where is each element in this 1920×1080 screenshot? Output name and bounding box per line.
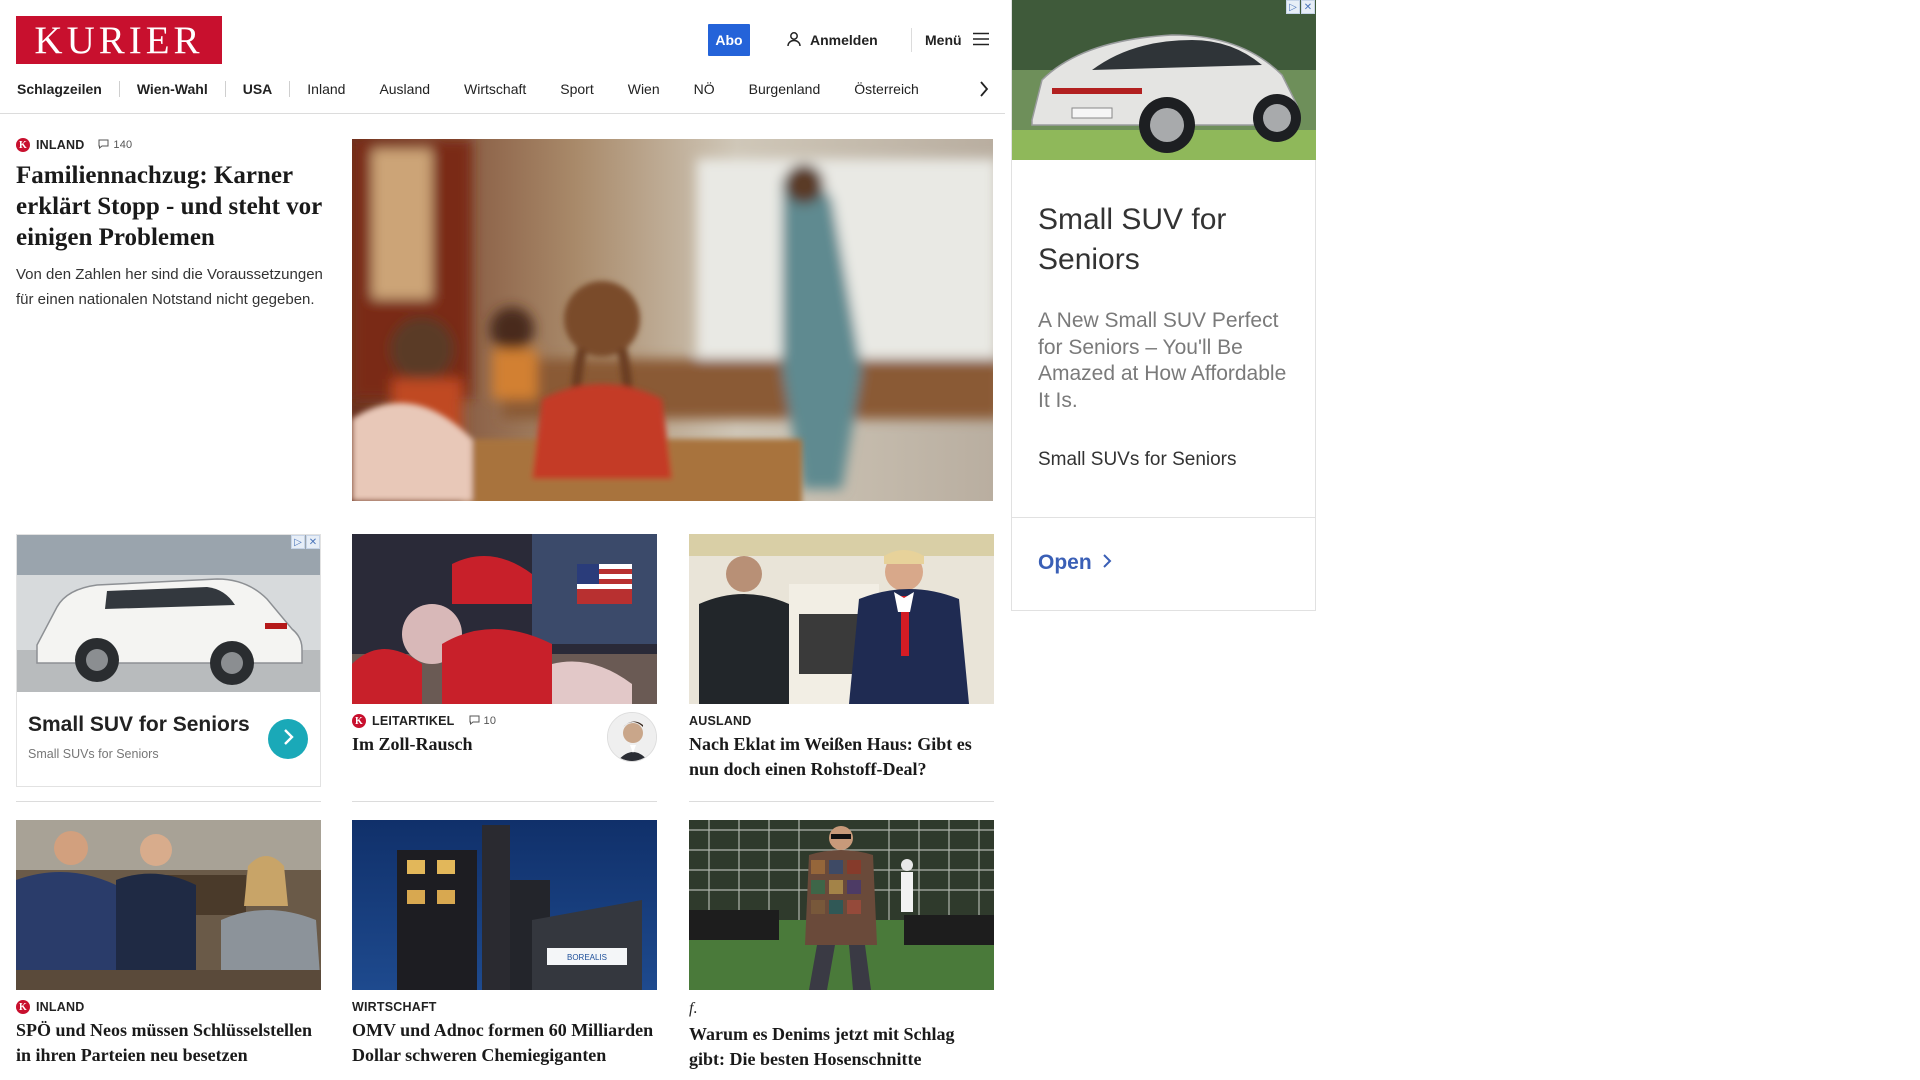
borealis-sign-text: BOREALIS bbox=[567, 953, 607, 962]
kurier-logo[interactable]: KURIER bbox=[16, 16, 222, 64]
article-image-runway bbox=[689, 820, 994, 990]
ad-open-button[interactable]: Open bbox=[1038, 551, 1112, 575]
ad-arrow-button[interactable] bbox=[268, 719, 308, 759]
login-button[interactable]: Anmelden bbox=[786, 28, 878, 52]
lead-article[interactable]: K INLAND 140 Familiennachzug: Karner erk… bbox=[16, 138, 326, 312]
comment-count-value: 140 bbox=[113, 139, 133, 151]
nav-item-wirtschaft[interactable]: Wirtschaft bbox=[447, 81, 543, 97]
kicker-label: INLAND bbox=[36, 138, 85, 152]
site-header: KURIER Abo Anmelden Menü Schlagzeilen Wi… bbox=[0, 0, 1005, 114]
kicker-label: LEITARTIKEL bbox=[372, 714, 455, 728]
kurier-plus-icon: K bbox=[16, 1000, 30, 1014]
ad-description: A New Small SUV Perfect for Seniors – Yo… bbox=[1038, 309, 1287, 412]
category-nav: Schlagzeilen Wien-Wahl USA Inland Auslan… bbox=[16, 78, 996, 100]
article-image-maga-caps bbox=[352, 534, 657, 704]
row-divider bbox=[16, 801, 321, 802]
comment-count[interactable]: 10 bbox=[469, 715, 497, 728]
header-divider bbox=[911, 28, 912, 52]
ad-porsche-image bbox=[1012, 0, 1316, 160]
adchoices-icon[interactable]: ▷ bbox=[1286, 0, 1300, 14]
kicker-label: WIRTSCHAFT bbox=[352, 1000, 437, 1014]
card-kicker: K INLAND bbox=[16, 1000, 321, 1014]
article-card-leitartikel[interactable]: K LEITARTIKEL 10 Im Zoll-Rausch bbox=[352, 534, 657, 762]
adchoices-badge[interactable]: ▷ ✕ bbox=[291, 535, 320, 549]
row-divider bbox=[352, 801, 657, 802]
chevron-right-icon[interactable] bbox=[976, 77, 992, 101]
comment-count-value: 10 bbox=[483, 715, 497, 727]
article-image-white-house bbox=[689, 534, 994, 704]
nav-item-ausland[interactable]: Ausland bbox=[362, 81, 447, 97]
close-icon[interactable]: ✕ bbox=[1301, 0, 1315, 14]
card-kicker: f. bbox=[689, 1000, 994, 1018]
nav-item-noe[interactable]: NÖ bbox=[677, 81, 732, 97]
nav-item-inland[interactable]: Inland bbox=[290, 81, 362, 97]
adchoices-icon[interactable]: ▷ bbox=[291, 535, 305, 549]
comment-count[interactable]: 140 bbox=[98, 139, 132, 152]
card-headline[interactable]: OMV und Adnoc formen 60 Milliarden Dolla… bbox=[352, 1018, 657, 1067]
menu-button[interactable]: Menü bbox=[925, 28, 989, 52]
abo-button[interactable]: Abo bbox=[708, 24, 750, 56]
ad-divider bbox=[1012, 517, 1316, 518]
nav-item-wien-wahl[interactable]: Wien-Wahl bbox=[120, 81, 225, 97]
comment-icon bbox=[98, 139, 109, 152]
article-card-inland[interactable]: K INLAND SPÖ und Neos müssen Schlüsselst… bbox=[16, 820, 321, 1067]
ad-title[interactable]: Small SUV for Seniors bbox=[1038, 200, 1298, 280]
ad-subtitle: Small SUVs for Seniors bbox=[28, 747, 159, 761]
card-headline[interactable]: SPÖ und Neos müssen Schlüsselstellen in … bbox=[16, 1018, 321, 1067]
ad-title[interactable]: Small SUV for Seniors bbox=[28, 713, 250, 737]
author-avatar[interactable] bbox=[607, 712, 657, 762]
nav-item-schlagzeilen[interactable]: Schlagzeilen bbox=[16, 81, 119, 97]
hamburger-icon bbox=[972, 32, 989, 49]
kurier-plus-icon: K bbox=[16, 138, 30, 152]
freizeit-logo: f. bbox=[689, 1000, 698, 1017]
article-image-parliament bbox=[16, 820, 321, 990]
close-icon[interactable]: ✕ bbox=[306, 535, 320, 549]
chevron-right-icon bbox=[282, 728, 294, 751]
article-card-ausland[interactable]: AUSLAND Nach Eklat im Weißen Haus: Gibt … bbox=[689, 534, 994, 781]
login-label: Anmelden bbox=[810, 32, 878, 48]
card-headline[interactable]: Warum es Denims jetzt mit Schlag gibt: D… bbox=[689, 1022, 994, 1071]
nav-item-sport[interactable]: Sport bbox=[543, 81, 610, 97]
ad-open-label: Open bbox=[1038, 551, 1092, 574]
lead-teaser: Von den Zahlen her sind die Voraussetzun… bbox=[16, 266, 323, 308]
user-icon bbox=[786, 31, 802, 50]
chevron-right-icon bbox=[1102, 551, 1112, 575]
article-card-fashion[interactable]: f. Warum es Denims jetzt mit Schlag gibt… bbox=[689, 820, 994, 1071]
ad-suv-image bbox=[17, 535, 320, 692]
ad-brand: Small SUVs for Seniors bbox=[1038, 449, 1237, 470]
row-divider bbox=[689, 801, 994, 802]
skyscraper-ad[interactable]: ▷ ✕ Small SUV for Seniors A New Small SU… bbox=[1011, 0, 1316, 611]
nav-item-oesterreich[interactable]: Österreich bbox=[837, 81, 936, 97]
nav-item-burgenland[interactable]: Burgenland bbox=[732, 81, 838, 97]
article-image-borealis-plant: BOREALIS bbox=[352, 820, 657, 990]
lead-kicker: K INLAND 140 bbox=[16, 138, 326, 152]
comment-icon bbox=[469, 715, 480, 728]
card-headline[interactable]: Nach Eklat im Weißen Haus: Gibt es nun d… bbox=[689, 732, 994, 781]
lead-headline[interactable]: Familiennachzug: Karner erklärt Stopp - … bbox=[16, 160, 326, 253]
sponsored-ad-card[interactable]: ▷ ✕ Small SUV for Seniors Small SUVs for… bbox=[16, 534, 321, 787]
kicker-label: AUSLAND bbox=[689, 714, 752, 728]
article-card-wirtschaft[interactable]: BOREALIS WIRTSCHAFT OMV und Adnoc formen… bbox=[352, 820, 657, 1067]
nav-item-wien[interactable]: Wien bbox=[611, 81, 677, 97]
card-kicker: WIRTSCHAFT bbox=[352, 1000, 657, 1014]
adchoices-badge[interactable]: ▷ ✕ bbox=[1286, 0, 1315, 14]
kicker-label: INLAND bbox=[36, 1000, 85, 1014]
kurier-plus-icon: K bbox=[352, 714, 366, 728]
menu-label: Menü bbox=[925, 32, 962, 48]
card-kicker: AUSLAND bbox=[689, 714, 994, 728]
lead-image-classroom[interactable] bbox=[352, 139, 993, 501]
nav-item-usa[interactable]: USA bbox=[226, 81, 290, 97]
